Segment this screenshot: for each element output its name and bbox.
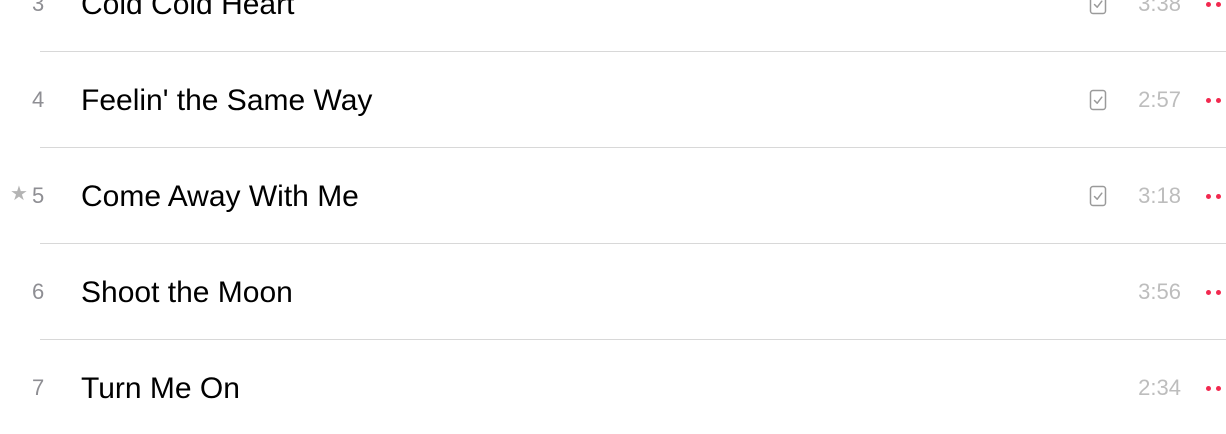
downloaded-check-icon [1089, 185, 1107, 207]
track-row[interactable]: 4 Feelin' the Same Way 2:57 [0, 52, 1226, 148]
track-title: Turn Me On [81, 372, 240, 405]
track-number: 4 [32, 87, 45, 112]
more-dots-icon[interactable] [1204, 186, 1226, 206]
downloaded-check-icon [1089, 89, 1107, 111]
star-icon: ★ [10, 183, 28, 205]
track-number: 6 [32, 279, 45, 304]
downloaded-check-icon [1089, 0, 1107, 15]
track-duration: 2:57 [1138, 87, 1181, 112]
more-dots-icon[interactable] [1204, 282, 1226, 302]
more-dots-icon[interactable] [1204, 378, 1226, 398]
track-title: Come Away With Me [81, 180, 359, 213]
track-row[interactable]: 6 Shoot the Moon 3:56 [0, 244, 1226, 340]
track-row[interactable]: 7 Turn Me On 2:34 [0, 340, 1226, 434]
track-number: 3 [32, 0, 45, 16]
track-title: Feelin' the Same Way [81, 84, 373, 117]
track-row[interactable]: 3 Cold Cold Heart 3:38 [0, 0, 1226, 52]
track-duration: 3:38 [1138, 0, 1181, 16]
track-title: Cold Cold Heart [81, 0, 295, 21]
track-number: 5 [32, 183, 45, 208]
more-dots-icon[interactable] [1204, 0, 1226, 14]
track-duration: 3:56 [1138, 279, 1181, 304]
track-row[interactable]: ★ 5 Come Away With Me 3:18 [0, 148, 1226, 244]
track-duration: 2:34 [1138, 375, 1181, 400]
track-number: 7 [32, 375, 45, 400]
track-title: Shoot the Moon [81, 276, 293, 309]
more-dots-icon[interactable] [1204, 90, 1226, 110]
track-list: 3 Cold Cold Heart 3:38 4 Feelin' the Sam… [0, 0, 1226, 434]
track-duration: 3:18 [1138, 183, 1181, 208]
